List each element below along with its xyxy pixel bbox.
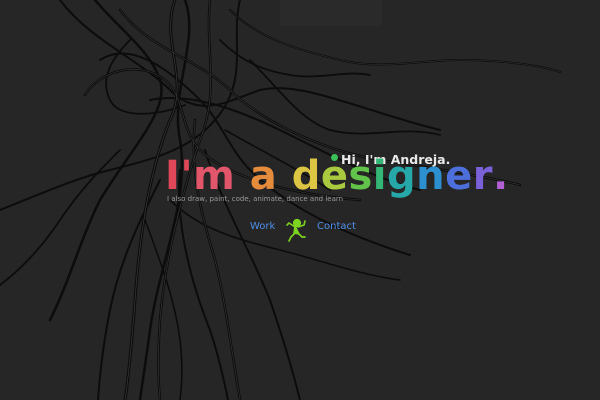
top-panel [280,0,382,26]
headline-letter [235,156,249,196]
headline-letter: e [320,153,349,199]
hero-stage: Hi, I'm Andreja. I'm a designer. I also … [0,0,600,400]
nav-work-link[interactable]: Work [250,221,275,232]
subline: I also draw, paint, code, animate, dance… [167,195,344,203]
headline-letter: e [445,153,473,199]
headline-letter: d [291,153,321,199]
dancing-figure-icon[interactable] [283,217,309,243]
headline-letter: I [165,153,181,199]
headline: I'm a designer. [165,156,509,196]
headline-letter: . [493,153,509,199]
headline-letter: i [372,153,388,199]
headline-letter: n [416,153,446,199]
headline-letter [277,156,291,196]
headline-letter: s [348,153,373,199]
nav-contact-link[interactable]: Contact [317,221,356,232]
headline-letter: g [387,153,417,199]
headline-letter: ' [180,153,194,199]
headline-letter: a [249,153,278,199]
headline-letter: m [193,153,236,199]
headline-letter: r [472,153,494,199]
